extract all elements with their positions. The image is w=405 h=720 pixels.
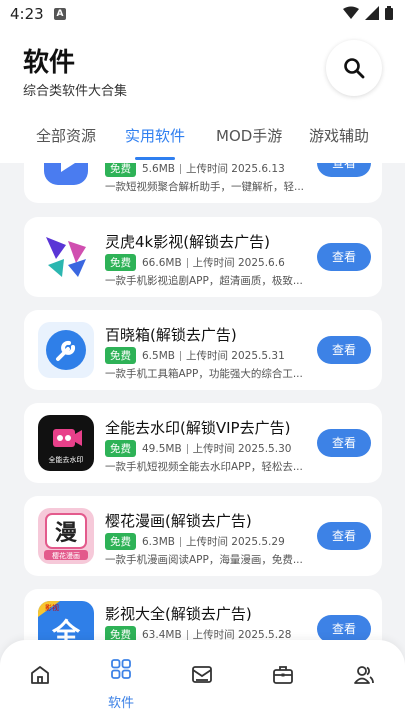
view-button[interactable]: 查看: [317, 615, 371, 643]
app-name: 影视大全(解锁去广告): [105, 605, 252, 623]
app-name: 全能去水印(解锁VIP去广告): [105, 419, 291, 437]
upload-time: 上传时间 2025.5.29: [185, 536, 285, 548]
nav-users[interactable]: [334, 640, 394, 720]
app-name: 灵虎4k影视(解锁去广告): [105, 233, 270, 251]
free-badge: 免费: [105, 533, 136, 550]
bottom-navigation: 软件: [0, 640, 405, 720]
app-size: 5.6MB: [142, 163, 175, 175]
list-item[interactable]: 灵虎4k影视(解锁去广告) 免费 66.6MB 上传时间 2025.6.6 一款…: [24, 217, 382, 297]
category-tabs: 全部资源 实用软件 MOD手游 游戏辅助: [0, 123, 405, 163]
search-button[interactable]: [326, 40, 382, 96]
upload-time: 上传时间 2025.6.6: [192, 257, 285, 269]
manga-logo-icon: 漫 樱花漫画: [38, 508, 94, 564]
free-badge: 免费: [105, 163, 136, 177]
free-badge: 免费: [105, 440, 136, 457]
video-camera-icon: 全能去水印: [38, 415, 94, 471]
signal-icon: [365, 6, 379, 20]
free-badge: 免费: [105, 347, 136, 364]
view-button[interactable]: 查看: [317, 429, 371, 457]
nav-toolbox[interactable]: [253, 640, 313, 720]
list-item[interactable]: 漫 樱花漫画 樱花漫画(解锁去广告) 免费 6.3MB 上传时间 2025.5.…: [24, 496, 382, 576]
quan-tag-text: 影视: [45, 603, 59, 612]
view-button[interactable]: 查看: [317, 163, 371, 177]
upload-time: 上传时间 2025.5.31: [185, 350, 285, 362]
list-item[interactable]: 百晓箱(解锁去广告) 免费 6.5MB 上传时间 2025.5.31 一款手机工…: [24, 310, 382, 390]
app-description: 一款手机漫画阅读APP，海量漫画，免费...: [105, 554, 303, 566]
page-header: 软件 综合类软件大合集 全部资源 实用软件 MOD手游 游戏辅助: [0, 28, 405, 163]
upload-time: 上传时间 2025.5.30: [192, 443, 292, 455]
tab-mod-games[interactable]: MOD手游: [216, 125, 282, 146]
app-meta: 免费 6.3MB 上传时间 2025.5.29: [105, 533, 285, 550]
app-size: 63.4MB: [142, 628, 182, 641]
status-bar: 4:23 A: [0, 0, 405, 28]
app-description: 一款手机短视频全能去水印APP，轻松去...: [105, 461, 303, 473]
page-subtitle: 综合类软件大合集: [23, 84, 128, 99]
app-size: 49.5MB: [142, 442, 182, 455]
wrench-icon: [38, 322, 94, 378]
nav-home[interactable]: [10, 640, 70, 720]
view-button[interactable]: 查看: [317, 243, 371, 271]
search-icon: [344, 58, 365, 79]
app-size: 66.6MB: [142, 256, 182, 269]
tab-utility-software[interactable]: 实用软件: [125, 125, 185, 146]
nav-software-label: 软件: [107, 696, 134, 711]
app-meta: 免费 6.5MB 上传时间 2025.5.31: [105, 347, 285, 364]
nav-messages[interactable]: [172, 640, 232, 720]
app-description: 一款手机影视追剧APP，超清画质，极致...: [105, 275, 303, 287]
toolbox-icon: [273, 666, 293, 684]
free-badge: 免费: [105, 254, 136, 271]
app-name: 百晓箱(解锁去广告): [105, 326, 237, 344]
app-name: 樱花漫画(解锁去广告): [105, 512, 252, 530]
list-item[interactable]: 全能去水印 全能去水印(解锁VIP去广告) 免费 49.5MB 上传时间 202…: [24, 403, 382, 483]
nav-software[interactable]: 软件: [91, 640, 151, 720]
view-button[interactable]: 查看: [317, 336, 371, 364]
tab-game-assist[interactable]: 游戏辅助: [309, 125, 369, 146]
list-item[interactable]: 免费 5.6MB 上传时间 2025.6.13 一款短视频聚合解析助手，一键解析…: [24, 163, 382, 203]
page-title: 软件: [23, 48, 76, 78]
manga-big-text: 漫: [55, 521, 77, 546]
grid-icon: [111, 659, 131, 679]
users-icon: [354, 666, 374, 684]
app-meta: 免费 49.5MB 上传时间 2025.5.30: [105, 440, 291, 457]
active-tab-indicator: [135, 157, 175, 160]
status-time: 4:23: [10, 5, 44, 23]
app-description: 一款短视频聚合解析助手，一键解析，轻...: [105, 181, 305, 193]
app-meta: 免费 5.6MB 上传时间 2025.6.13: [105, 163, 285, 177]
battery-icon: [385, 6, 393, 20]
app-size: 6.5MB: [142, 349, 175, 362]
app-description: 一款手机工具箱APP，功能强大的综合工...: [105, 368, 303, 380]
play-icon: [38, 163, 94, 191]
tab-all-resources[interactable]: 全部资源: [36, 125, 96, 146]
a-notification-icon: A: [54, 8, 66, 20]
app-size: 6.3MB: [142, 535, 175, 548]
watermark-logo-text: 全能去水印: [49, 455, 84, 464]
app-meta: 免费 66.6MB 上传时间 2025.6.6: [105, 254, 285, 271]
system-icons: [343, 6, 393, 20]
app-list[interactable]: 免费 5.6MB 上传时间 2025.6.13 一款短视频聚合解析助手，一键解析…: [0, 163, 405, 720]
upload-time: 上传时间 2025.6.13: [185, 163, 285, 175]
linghu-logo-icon: [38, 229, 94, 285]
manga-small-text: 樱花漫画: [52, 551, 80, 560]
wifi-icon: [343, 6, 359, 19]
view-button[interactable]: 查看: [317, 522, 371, 550]
message-icon: [192, 666, 212, 683]
home-icon: [31, 666, 49, 684]
